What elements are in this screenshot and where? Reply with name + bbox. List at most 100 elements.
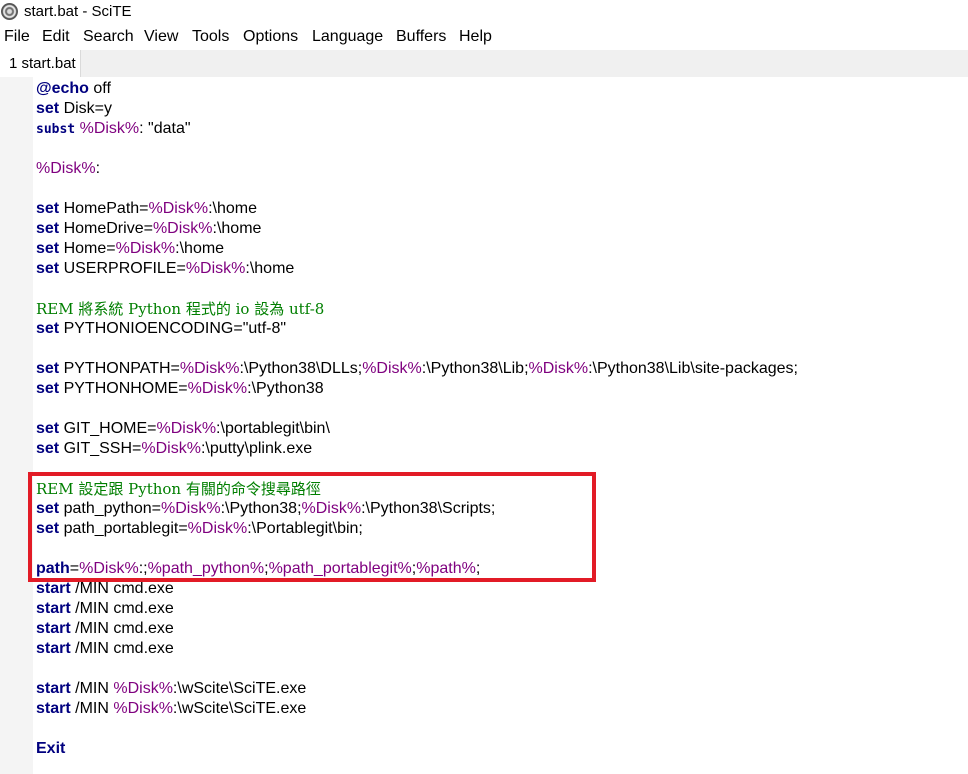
code-token-variable: %Disk% bbox=[36, 160, 96, 177]
code-line: set USERPROFILE=%Disk%:\home bbox=[36, 259, 294, 279]
window-title: start.bat - SciTE bbox=[24, 3, 132, 20]
code-line: Exit bbox=[36, 739, 65, 759]
code-token-variable: %Disk% bbox=[362, 360, 422, 377]
code-token-text: PYTHONIOENCODING="utf-8" bbox=[59, 320, 287, 337]
menu-view[interactable]: View bbox=[144, 28, 178, 46]
code-token-text: PYTHONHOME= bbox=[59, 380, 188, 397]
code-line: set HomePath=%Disk%:\home bbox=[36, 199, 257, 219]
code-line: start /MIN cmd.exe bbox=[36, 639, 174, 659]
code-line: %Disk%: bbox=[36, 159, 100, 179]
code-line: start /MIN cmd.exe bbox=[36, 619, 174, 639]
code-line: set PYTHONPATH=%Disk%:\Python38\DLLs;%Di… bbox=[36, 359, 798, 379]
code-line: set GIT_SSH=%Disk%:\putty\plink.exe bbox=[36, 439, 312, 459]
menu-edit[interactable]: Edit bbox=[42, 28, 70, 46]
code-token-keyword: set bbox=[36, 420, 60, 437]
code-token-keyword: set bbox=[36, 320, 60, 337]
code-line: subst %Disk%: "data" bbox=[36, 119, 191, 139]
code-line: set Disk=y bbox=[36, 99, 112, 119]
code-token-text: Home= bbox=[59, 240, 116, 257]
code-token-variable: %Disk% bbox=[148, 200, 209, 217]
menu-bar: File Edit Search View Tools Options Lang… bbox=[0, 26, 968, 50]
code-token-text: : bbox=[95, 160, 101, 177]
code-token-text: :\putty\plink.exe bbox=[200, 440, 313, 457]
code-token-text: /MIN cmd.exe bbox=[70, 620, 174, 637]
code-line: start /MIN %Disk%:\wScite\SciTE.exe bbox=[36, 679, 306, 699]
tab-label: 1 start.bat bbox=[9, 55, 76, 72]
code-token-text: :\home bbox=[208, 200, 257, 217]
code-token-text: : "data" bbox=[139, 120, 191, 137]
menu-language[interactable]: Language bbox=[312, 28, 383, 46]
code-token-keyword: start bbox=[36, 700, 71, 717]
menu-buffers[interactable]: Buffers bbox=[396, 28, 446, 46]
code-token-keyword: set bbox=[36, 380, 60, 397]
code-token-variable: %Disk% bbox=[113, 680, 173, 697]
code-line: set PYTHONIOENCODING="utf-8" bbox=[36, 319, 286, 339]
tab-bar: 1 start.bat bbox=[0, 50, 968, 77]
code-token-variable: %Disk% bbox=[528, 360, 589, 377]
code-token-text: USERPROFILE= bbox=[59, 260, 186, 277]
code-token-text: :\portablegit\bin\ bbox=[216, 420, 330, 437]
tab-start-bat[interactable]: 1 start.bat bbox=[0, 50, 81, 77]
title-bar: start.bat - SciTE bbox=[0, 0, 968, 26]
code-token-text: /MIN bbox=[70, 700, 114, 717]
code-line: start /MIN cmd.exe bbox=[36, 579, 174, 599]
code-token-text: :\home bbox=[212, 220, 262, 237]
code-token-keyword: Exit bbox=[36, 740, 66, 757]
code-editor[interactable]: @echo off set Disk=y subst %Disk%: "data"%… bbox=[0, 77, 968, 774]
code-token-text: /MIN cmd.exe bbox=[70, 640, 174, 657]
code-token-keyword: start bbox=[36, 680, 71, 697]
code-token-keyword: set bbox=[36, 440, 60, 457]
code-token-text: Disk=y bbox=[59, 100, 113, 117]
code-token-keyword: start bbox=[36, 640, 71, 657]
code-token-keyword: set bbox=[36, 260, 60, 277]
menu-tools[interactable]: Tools bbox=[192, 28, 229, 46]
code-token-text: :\Python38\Lib; bbox=[421, 360, 529, 377]
code-token-keyword: @echo bbox=[36, 80, 89, 97]
code-token-text: :\Python38 bbox=[247, 380, 324, 397]
code-line: REM 將系統 Python 程式的 io 設為 utf-8 bbox=[36, 299, 324, 319]
code-token-keyword: start bbox=[36, 600, 71, 617]
menu-search[interactable]: Search bbox=[83, 28, 134, 46]
code-token-text: :\home bbox=[245, 260, 295, 277]
code-line: start /MIN cmd.exe bbox=[36, 599, 174, 619]
code-token-text: :\wScite\SciTE.exe bbox=[172, 680, 307, 697]
menu-help[interactable]: Help bbox=[459, 28, 492, 46]
code-line: set PYTHONHOME=%Disk%:\Python38 bbox=[36, 379, 324, 399]
code-token-variable: %Disk% bbox=[179, 360, 240, 377]
code-token-text: GIT_SSH= bbox=[59, 440, 142, 457]
code-line: set GIT_HOME=%Disk%:\portablegit\bin\ bbox=[36, 419, 330, 439]
code-token-keyword: subst bbox=[36, 122, 76, 137]
code-token-comment: REM 將系統 Python 程式的 io 設為 utf-8 bbox=[36, 300, 325, 318]
highlight-annotation-box bbox=[28, 472, 596, 582]
menu-file[interactable]: File bbox=[4, 28, 30, 46]
code-token-variable: %Disk% bbox=[115, 240, 176, 257]
code-token-text: GIT_HOME= bbox=[59, 420, 157, 437]
code-token-keyword: set bbox=[36, 100, 60, 117]
code-token-text: off bbox=[88, 80, 111, 97]
code-token-variable: %Disk% bbox=[113, 700, 173, 717]
code-token-text: :\Python38\Lib\site-packages; bbox=[588, 360, 798, 377]
code-token-text: /MIN cmd.exe bbox=[70, 580, 174, 597]
code-token-variable: %Disk% bbox=[152, 220, 213, 237]
code-token-text: :\home bbox=[175, 240, 225, 257]
scite-app-icon[interactable] bbox=[1, 3, 18, 20]
code-token-keyword: start bbox=[36, 620, 71, 637]
code-token-text: /MIN cmd.exe bbox=[70, 600, 174, 617]
code-token-keyword: set bbox=[36, 220, 60, 237]
code-token-variable: %Disk% bbox=[187, 380, 248, 397]
code-token-keyword: set bbox=[36, 200, 60, 217]
code-token-keyword: set bbox=[36, 360, 60, 377]
code-token-variable: %Disk% bbox=[79, 120, 140, 137]
code-token-variable: %Disk% bbox=[185, 260, 246, 277]
code-line: set Home=%Disk%:\home bbox=[36, 239, 224, 259]
code-token-keyword: start bbox=[36, 580, 71, 597]
code-token-text: :\Python38\DLLs; bbox=[239, 360, 363, 377]
fold-margin[interactable] bbox=[0, 77, 33, 774]
code-line: set HomeDrive=%Disk%:\home bbox=[36, 219, 261, 239]
code-token-text: :\wScite\SciTE.exe bbox=[172, 700, 307, 717]
code-token-keyword: set bbox=[36, 240, 60, 257]
menu-options[interactable]: Options bbox=[243, 28, 298, 46]
code-token-text: /MIN bbox=[70, 680, 114, 697]
code-token-text: HomePath= bbox=[59, 200, 149, 217]
code-token-variable: %Disk% bbox=[156, 420, 217, 437]
